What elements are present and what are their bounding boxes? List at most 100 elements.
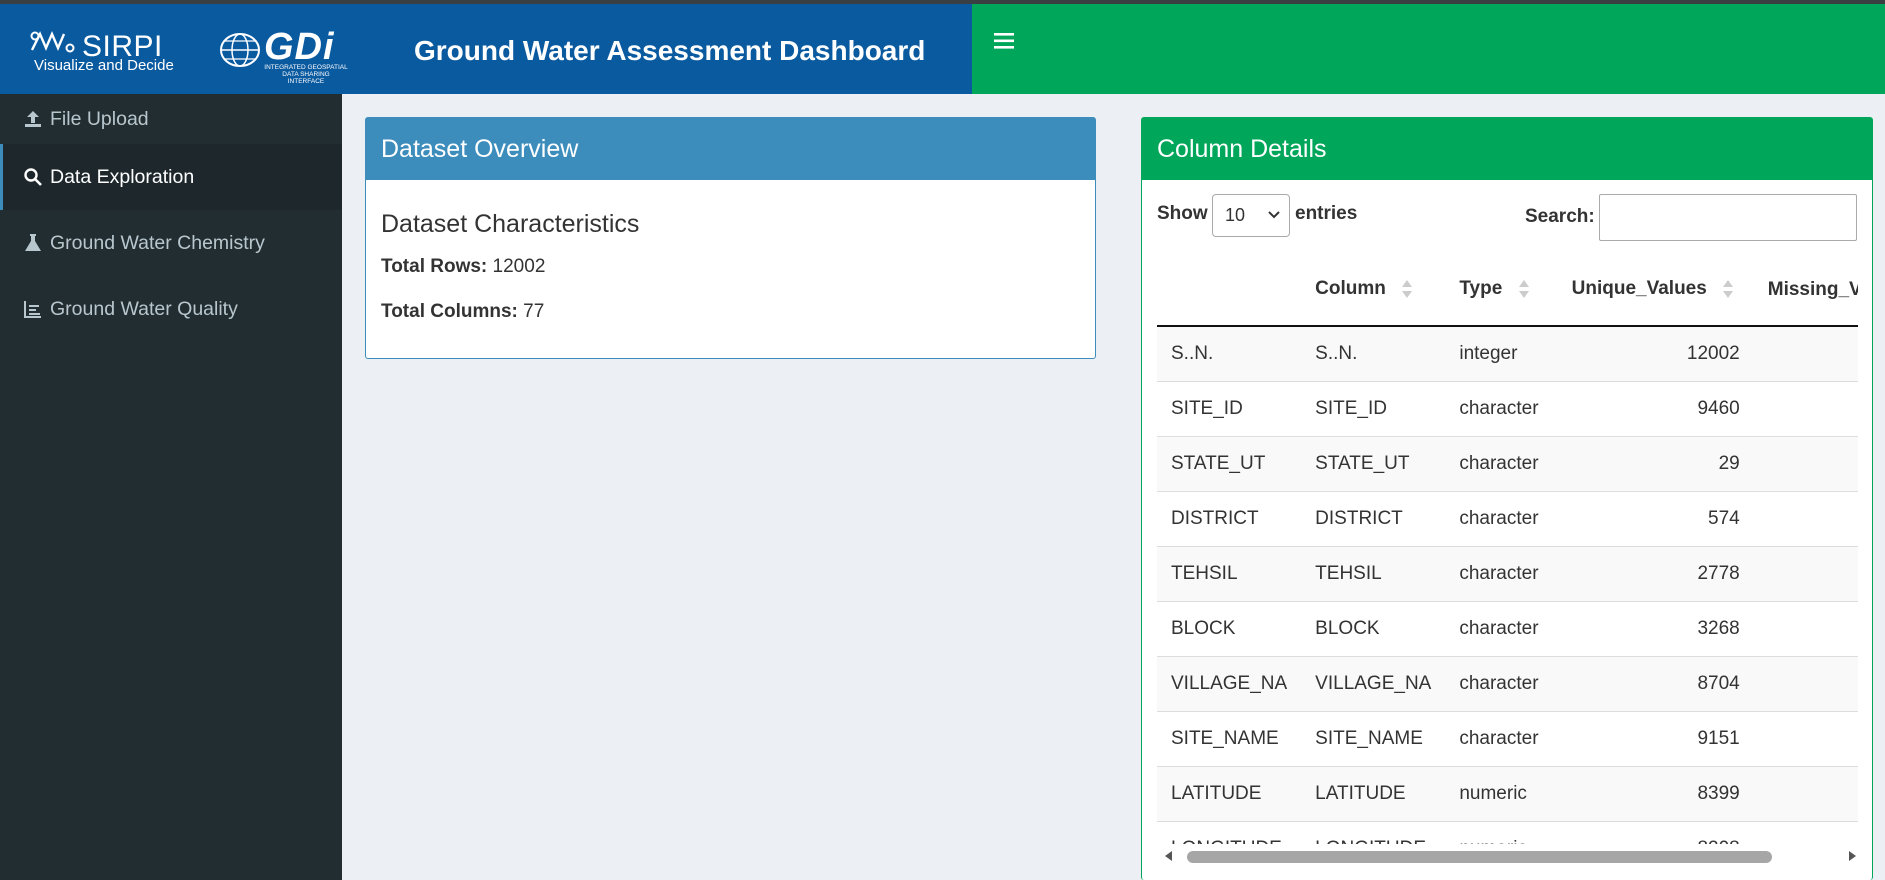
cell-column: LONGITUDE — [1301, 820, 1446, 844]
globe-icon — [220, 33, 260, 67]
cell-missing-values — [1753, 655, 1858, 711]
sidebar-item-label: File Upload — [50, 107, 149, 130]
header-column-label: Column — [1315, 278, 1386, 300]
column-details-table-wrapper: Column Type Unique_Values Missing_Val S.… — [1157, 254, 1858, 844]
cell-column: VILLAGE_NA — [1301, 655, 1446, 711]
header-missing-values[interactable]: Missing_Val — [1753, 254, 1858, 327]
header-unique-values[interactable]: Unique_Values — [1557, 254, 1754, 327]
cell-type: character — [1445, 600, 1558, 656]
chevron-down-icon — [1268, 211, 1280, 219]
table-header-row: Column Type Unique_Values Missing_Val — [1157, 254, 1858, 327]
cell-rowname: VILLAGE_NA — [1157, 655, 1302, 711]
cell-column: SITE_NAME — [1301, 710, 1446, 766]
cell-rowname: SITE_ID — [1157, 380, 1302, 436]
header-type-label: Type — [1459, 278, 1503, 300]
cell-type: character — [1445, 655, 1558, 711]
cell-type: character — [1445, 435, 1558, 491]
cell-missing-values — [1753, 380, 1858, 436]
cell-column: SITE_ID — [1301, 380, 1446, 436]
cell-rowname: S..N. — [1157, 325, 1302, 381]
page-title: Ground Water Assessment Dashboard — [414, 35, 926, 66]
total-columns: Total Columns: 77 — [381, 301, 544, 323]
page-length-select[interactable]: 10 — [1212, 194, 1290, 237]
cell-column: DISTRICT — [1301, 490, 1446, 546]
sidebar-item-label: Ground Water Chemistry — [50, 231, 265, 254]
sirpi-logo-mark-icon — [30, 30, 75, 53]
cell-column: STATE_UT — [1301, 435, 1446, 491]
sidebar: File Upload Data Exploration Ground Wate… — [0, 94, 342, 880]
table-row[interactable]: LATITUDE LATITUDE numeric 8399 — [1157, 765, 1858, 821]
dataset-overview-box: Dataset Overview Dataset Characteristics… — [365, 117, 1096, 359]
flask-icon — [22, 232, 44, 254]
cell-missing-values — [1753, 325, 1858, 381]
cell-missing-values — [1753, 545, 1858, 601]
table-row[interactable]: DISTRICT DISTRICT character 574 — [1157, 490, 1858, 546]
table-row[interactable]: SITE_ID SITE_ID character 9460 — [1157, 380, 1858, 436]
sort-icon — [1723, 280, 1734, 299]
gdi-logo-subtitle: INTEGRATED GEOSPATIAL DATA SHARING INTER… — [264, 64, 348, 85]
dataset-characteristics-heading: Dataset Characteristics — [381, 210, 640, 238]
cell-column: LATITUDE — [1301, 765, 1446, 821]
header-unique-values-label: Unique_Values — [1571, 278, 1707, 300]
cell-unique-values: 3268 — [1557, 600, 1754, 656]
scroll-left-arrow-icon[interactable] — [1163, 850, 1173, 862]
total-rows-label: Total Rows: — [381, 256, 488, 277]
search-label: Search: — [1525, 206, 1595, 227]
table-row[interactable]: VILLAGE_NA VILLAGE_NA character 8704 — [1157, 655, 1858, 711]
scrollbar-thumb[interactable] — [1187, 851, 1772, 863]
cell-missing-values — [1753, 435, 1858, 491]
header-nav-bar — [972, 4, 1885, 94]
column-details-table: Column Type Unique_Values Missing_Val S.… — [1157, 254, 1858, 844]
hamburger-menu-icon[interactable] — [993, 30, 1015, 52]
sidebar-item-label: Ground Water Quality — [50, 297, 238, 320]
header-column[interactable]: Column — [1301, 254, 1446, 327]
table-row[interactable]: S..N. S..N. integer 12002 — [1157, 325, 1858, 381]
header-rowname[interactable] — [1157, 254, 1302, 327]
cell-unique-values: 9460 — [1557, 380, 1754, 436]
cell-unique-values: 12002 — [1557, 325, 1754, 381]
cell-rowname: LATITUDE — [1157, 765, 1302, 821]
table-row[interactable]: SITE_NAME SITE_NAME character 9151 — [1157, 710, 1858, 766]
entries-label: entries — [1295, 203, 1358, 224]
cell-rowname: STATE_UT — [1157, 435, 1302, 491]
sirpi-logo-tagline: Visualize and Decide — [34, 57, 174, 74]
cell-missing-values — [1753, 490, 1858, 546]
cell-type: character — [1445, 490, 1558, 546]
header-type[interactable]: Type — [1445, 254, 1558, 327]
cell-column: BLOCK — [1301, 600, 1446, 656]
gdi-logo: GDi INTEGRATED GEOSPATIAL DATA SHARING I… — [218, 26, 348, 85]
cell-unique-values: 2778 — [1557, 545, 1754, 601]
cell-type: character — [1445, 710, 1558, 766]
total-rows: Total Rows: 12002 — [381, 256, 545, 278]
table-row[interactable]: TEHSIL TEHSIL character 2778 — [1157, 545, 1858, 601]
scroll-right-arrow-icon[interactable] — [1848, 850, 1858, 862]
sidebar-item-file-upload[interactable]: File Upload — [0, 94, 342, 144]
cell-type: character — [1445, 545, 1558, 601]
cell-type: numeric — [1445, 820, 1558, 844]
sidebar-item-ground-water-chemistry[interactable]: Ground Water Chemistry — [0, 210, 342, 276]
cell-unique-values: 8399 — [1557, 765, 1754, 821]
cell-missing-values — [1753, 820, 1858, 844]
show-entries-label: Show — [1157, 203, 1208, 224]
search-input[interactable] — [1599, 194, 1857, 241]
cell-unique-values: 29 — [1557, 435, 1754, 491]
cell-column: S..N. — [1301, 325, 1446, 381]
sidebar-item-label: Data Exploration — [50, 165, 195, 188]
total-columns-label: Total Columns: — [381, 301, 518, 322]
table-row[interactable]: STATE_UT STATE_UT character 29 — [1157, 435, 1858, 491]
sirpi-logo: SIRPI Visualize and Decide — [30, 26, 174, 76]
sidebar-item-data-exploration[interactable]: Data Exploration — [0, 144, 342, 210]
cell-type: numeric — [1445, 765, 1558, 821]
cell-rowname: TEHSIL — [1157, 545, 1302, 601]
table-row[interactable]: BLOCK BLOCK character 3268 — [1157, 600, 1858, 656]
sidebar-item-ground-water-quality[interactable]: Ground Water Quality — [0, 276, 342, 342]
gdi-logo-name: GDi — [264, 26, 335, 68]
table-body: S..N. S..N. integer 12002 SITE_ID SITE_ID char… — [1157, 325, 1858, 844]
cell-missing-values — [1753, 765, 1858, 821]
cell-rowname: LONGITUDE — [1157, 820, 1302, 844]
total-columns-value: 77 — [523, 301, 545, 322]
cell-unique-values: 8704 — [1557, 655, 1754, 711]
cell-unique-values: 9151 — [1557, 710, 1754, 766]
horizontal-scrollbar[interactable] — [1157, 846, 1858, 866]
table-row[interactable]: LONGITUDELONGITUDEnumeric8208 — [1157, 820, 1858, 844]
